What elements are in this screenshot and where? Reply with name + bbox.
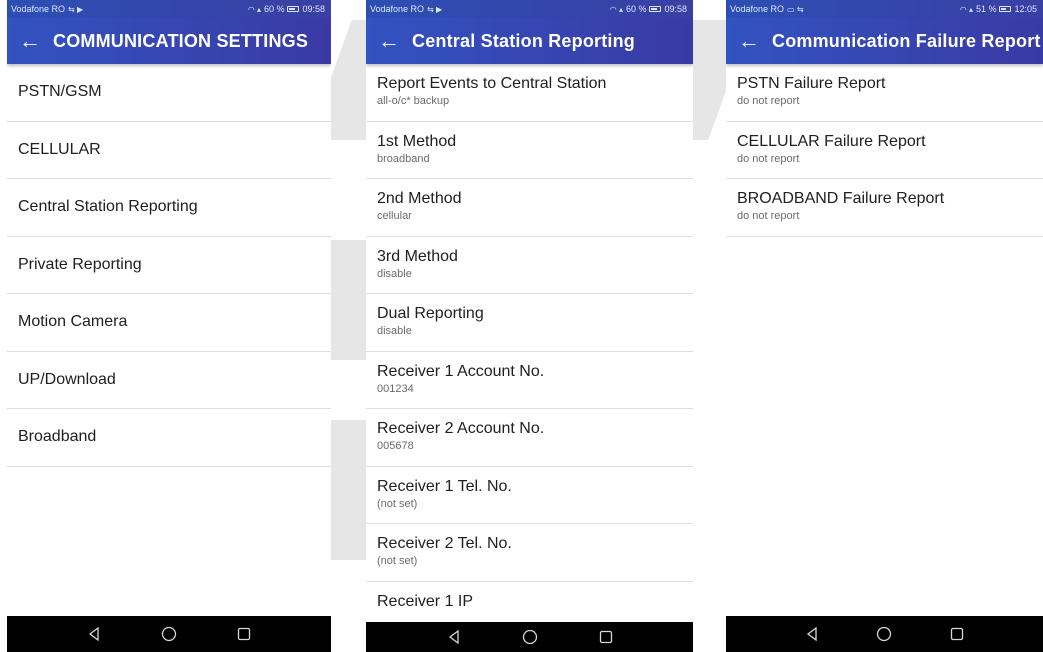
list-item-value: disable (377, 325, 412, 337)
clock: 09:58 (664, 4, 687, 14)
list-item-label: Report Events to Central Station (377, 75, 607, 92)
list-item-label: CELLULAR (18, 140, 101, 158)
list-item-label: 2nd Method (377, 190, 462, 207)
notification-icons: ▭ ⇆ (787, 4, 804, 14)
system-nav-bar (366, 622, 693, 652)
nav-recents-icon[interactable] (599, 630, 613, 644)
list-item-value: cellular (377, 210, 412, 222)
wifi-signal-icon: ◠ ▴ (247, 4, 261, 14)
system-nav-bar (726, 616, 1043, 652)
nav-home-icon[interactable] (522, 629, 538, 645)
list-item-label: Receiver 2 Account No. (377, 420, 545, 437)
nav-home-icon[interactable] (876, 626, 892, 642)
notification-icons: ⇆ ▶ (68, 4, 84, 14)
battery-percent: 51 % (975, 4, 997, 14)
notification-icons: ⇆ ▶ (427, 4, 443, 14)
list-item-value: (not set) (377, 497, 418, 510)
battery-percent: 60 % (625, 4, 647, 14)
system-nav-bar (7, 616, 331, 652)
list-item-cellular[interactable]: CELLULAR (7, 122, 331, 179)
list-item-label: PSTN Failure Report (737, 75, 886, 92)
list-item-3rd-method[interactable]: 3rd Method disable (366, 237, 693, 294)
list-item-label: Broadband (18, 428, 97, 446)
page-title: Communication Failure Report (772, 30, 1041, 51)
page-title: COMMUNICATION SETTINGS (53, 30, 309, 51)
list-item-private-reporting[interactable]: Private Reporting (7, 237, 331, 294)
list-item-label: PSTN/GSM (18, 83, 102, 101)
list-item-label: 3rd Method (377, 247, 458, 265)
list-item-2nd-method[interactable]: 2nd Method cellular (366, 179, 693, 237)
battery-icon (999, 6, 1012, 12)
page-title: Central Station Reporting (412, 30, 636, 51)
list-item-label: Receiver 1 Tel. No. (377, 477, 512, 495)
app-bar: ← Communication Failure Report (726, 18, 1043, 64)
nav-back-icon[interactable] (87, 627, 101, 641)
status-bar: Vodafone RO ▭ ⇆ ◠ ▴ 51 % 12:05 (726, 0, 1043, 18)
list-item-receiver-2-account[interactable]: Receiver 2 Account No. 005678 (366, 409, 693, 467)
list-item-value: do not report (737, 152, 800, 165)
back-arrow-icon[interactable]: ← (726, 18, 772, 64)
list-item-value: 005678 (377, 440, 414, 452)
list-item-label: Private Reporting (18, 255, 142, 273)
list-item-label: Receiver 1 IP (377, 592, 474, 610)
list-item-value: do not report (737, 95, 800, 107)
list-item-receiver-2-tel[interactable]: Receiver 2 Tel. No. (not set) (366, 524, 693, 582)
back-arrow-icon[interactable]: ← (7, 18, 53, 64)
settings-list: PSTN/GSM CELLULAR Central Station Report… (7, 64, 331, 467)
app-bar: ← COMMUNICATION SETTINGS (7, 18, 331, 64)
phone-screen-communication-settings: Vodafone RO ⇆ ▶ ◠ ▴ 60 % 09:58 ← COMMUNI… (7, 0, 331, 652)
list-item-central-station-reporting[interactable]: Central Station Reporting (7, 179, 331, 237)
status-bar: Vodafone RO ⇆ ▶ ◠ ▴ 60 % 09:58 (366, 0, 693, 18)
battery-icon (649, 6, 662, 12)
list-item-label: Central Station Reporting (18, 198, 198, 216)
wifi-signal-icon: ◠ ▴ (609, 4, 623, 14)
list-item-label: Motion Camera (18, 313, 128, 331)
list-item-value: all-o/c* backup (377, 95, 450, 107)
app-bar: ← Central Station Reporting (366, 18, 693, 64)
wifi-signal-icon: ◠ ▴ (959, 4, 973, 14)
status-bar: Vodafone RO ⇆ ▶ ◠ ▴ 60 % 09:58 (7, 0, 331, 18)
battery-icon (287, 6, 300, 12)
list-item-dual-reporting[interactable]: Dual Reporting disable (366, 294, 693, 352)
list-item-label: Dual Reporting (377, 305, 484, 322)
list-item-report-events[interactable]: Report Events to Central Station all-o/c*… (366, 64, 693, 122)
list-item-1st-method[interactable]: 1st Method broadband (366, 122, 693, 179)
list-item-value: broadband (377, 152, 430, 165)
carrier-name: Vodafone RO (370, 4, 425, 14)
list-item-label: 1st Method (377, 132, 457, 150)
nav-home-icon[interactable] (161, 626, 177, 642)
nav-back-icon[interactable] (447, 630, 461, 644)
list-item-value: (not set) (377, 555, 418, 567)
list-item-label: Receiver 2 Tel. No. (377, 535, 512, 552)
list-item-broadband[interactable]: Broadband (7, 409, 331, 467)
nav-recents-icon[interactable] (950, 627, 964, 641)
list-item-value: do not report (737, 210, 800, 222)
back-arrow-icon[interactable]: ← (366, 18, 412, 64)
list-item-label: CELLULAR Failure Report (737, 132, 926, 150)
battery-percent: 60 % (263, 4, 285, 14)
list-item-value: disable (377, 267, 412, 280)
list-item-broadband-failure-report[interactable]: BROADBAND Failure Report do not report (726, 179, 1043, 237)
phone-screen-communication-failure-report: Vodafone RO ▭ ⇆ ◠ ▴ 51 % 12:05 ← Communi… (726, 0, 1043, 652)
carrier-name: Vodafone RO (11, 4, 66, 14)
list-item-motion-camera[interactable]: Motion Camera (7, 294, 331, 352)
phone-screen-central-station-reporting: Vodafone RO ⇆ ▶ ◠ ▴ 60 % 09:58 ← Central… (366, 0, 693, 652)
list-item-receiver-1-tel[interactable]: Receiver 1 Tel. No. (not set) (366, 467, 693, 524)
list-item-value: 001234 (377, 382, 414, 395)
carrier-name: Vodafone RO (730, 4, 785, 14)
list-item-cellular-failure-report[interactable]: CELLULAR Failure Report do not report (726, 122, 1043, 179)
list-item-up-download[interactable]: UP/Download (7, 352, 331, 409)
list-item-label: UP/Download (18, 370, 116, 388)
list-item-pstn-gsm[interactable]: PSTN/GSM (7, 64, 331, 122)
nav-back-icon[interactable] (805, 627, 819, 641)
list-item-receiver-1-account[interactable]: Receiver 1 Account No. 001234 (366, 352, 693, 409)
settings-list: PSTN Failure Report do not report CELLULA… (726, 64, 1043, 237)
clock: 09:58 (302, 4, 325, 14)
settings-list: Report Events to Central Station all-o/c*… (366, 64, 693, 639)
nav-recents-icon[interactable] (237, 627, 251, 641)
list-item-pstn-failure-report[interactable]: PSTN Failure Report do not report (726, 64, 1043, 122)
list-item-label: BROADBAND Failure Report (737, 190, 945, 207)
list-item-label: Receiver 1 Account No. (377, 362, 545, 380)
clock: 12:05 (1014, 4, 1037, 14)
